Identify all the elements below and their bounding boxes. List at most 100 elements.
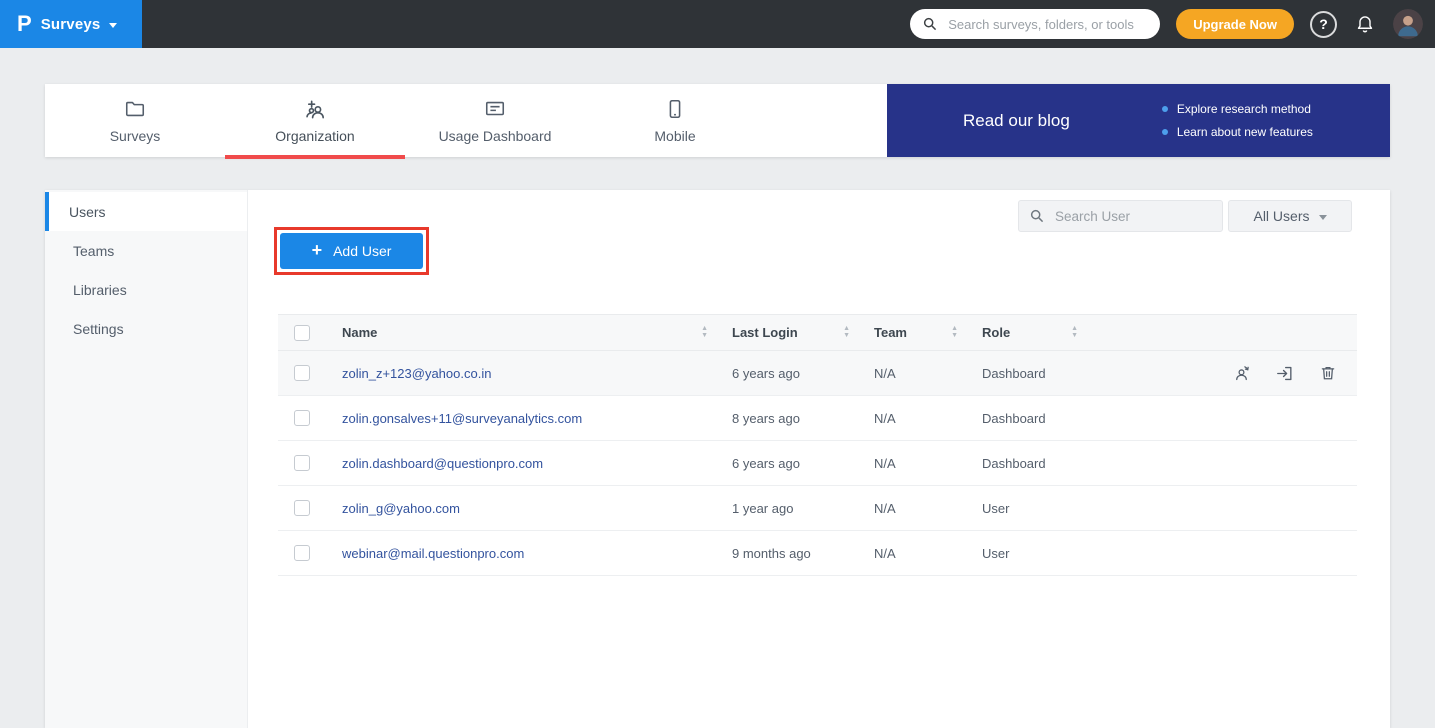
- sidebar-item-settings[interactable]: Settings: [45, 309, 247, 348]
- row-checkbox-cell: [278, 365, 326, 381]
- bullet-dot-icon: [1162, 129, 1168, 135]
- user-email-link[interactable]: zolin_g@yahoo.com: [326, 501, 716, 516]
- global-search-input[interactable]: [946, 16, 1147, 33]
- team-cell: N/A: [858, 546, 966, 561]
- tab-label: Mobile: [654, 128, 695, 144]
- header-name[interactable]: Name ▲▼: [326, 315, 716, 350]
- select-all-checkbox[interactable]: [294, 325, 310, 341]
- chevron-down-icon: [109, 23, 117, 28]
- users-table: Name ▲▼ Last Login ▲▼ Team ▲▼ Role ▲▼: [278, 314, 1357, 576]
- add-user-group-icon: [303, 97, 327, 121]
- user-avatar[interactable]: [1393, 9, 1423, 39]
- user-filter-dropdown[interactable]: All Users: [1228, 200, 1352, 232]
- delete-user-icon[interactable]: [1318, 364, 1337, 383]
- help-icon[interactable]: ?: [1310, 11, 1337, 38]
- header-team[interactable]: Team ▲▼: [858, 315, 966, 350]
- impersonate-user-icon[interactable]: [1232, 364, 1251, 383]
- select-all-cell: [278, 325, 326, 341]
- team-cell: N/A: [858, 501, 966, 516]
- team-cell: N/A: [858, 366, 966, 381]
- row-checkbox[interactable]: [294, 410, 310, 426]
- role-cell: User: [966, 546, 1086, 561]
- global-search[interactable]: [910, 9, 1160, 39]
- tab-usage-dashboard[interactable]: Usage Dashboard: [405, 84, 585, 157]
- table-row: webinar@mail.questionpro.com 9 months ag…: [278, 531, 1357, 576]
- team-cell: N/A: [858, 456, 966, 471]
- search-user-box[interactable]: [1018, 200, 1223, 232]
- row-checkbox[interactable]: [294, 500, 310, 516]
- blog-banner-title: Read our blog: [963, 111, 1070, 131]
- plus-icon: +: [312, 241, 323, 259]
- users-table-header: Name ▲▼ Last Login ▲▼ Team ▲▼ Role ▲▼: [278, 314, 1357, 351]
- row-checkbox-cell: [278, 455, 326, 471]
- row-actions: [1086, 364, 1357, 383]
- user-email-link[interactable]: webinar@mail.questionpro.com: [326, 546, 716, 561]
- last-login-cell: 6 years ago: [716, 456, 858, 471]
- blog-bullet-text: Learn about new features: [1177, 125, 1313, 139]
- add-user-button[interactable]: + Add User: [280, 233, 423, 269]
- last-login-cell: 6 years ago: [716, 366, 858, 381]
- tab-mobile[interactable]: Mobile: [585, 84, 765, 157]
- tab-label: Organization: [275, 128, 354, 144]
- team-cell: N/A: [858, 411, 966, 426]
- header-last-login[interactable]: Last Login ▲▼: [716, 315, 858, 350]
- tab-surveys[interactable]: Surveys: [45, 84, 225, 157]
- users-table-body: zolin_z+123@yahoo.co.in 6 years ago N/A …: [278, 351, 1357, 576]
- mobile-icon: [663, 97, 687, 121]
- search-icon: [923, 17, 937, 31]
- sidebar-item-libraries[interactable]: Libraries: [45, 270, 247, 309]
- table-row: zolin_z+123@yahoo.co.in 6 years ago N/A …: [278, 351, 1357, 396]
- organization-panel: Users Teams Libraries Settings All Users…: [45, 190, 1390, 728]
- tab-label: Usage Dashboard: [439, 128, 552, 144]
- tab-organization[interactable]: Organization: [225, 84, 405, 157]
- table-row: zolin.dashboard@questionpro.com 6 years …: [278, 441, 1357, 486]
- role-cell: Dashboard: [966, 366, 1086, 381]
- user-email-link[interactable]: zolin_z+123@yahoo.co.in: [326, 366, 716, 381]
- product-switcher[interactable]: P Surveys: [0, 0, 142, 48]
- blog-banner-bullets: Explore research method Learn about new …: [1162, 102, 1313, 139]
- users-content: All Users + Add User Name ▲▼ Last Login: [248, 190, 1390, 728]
- chevron-down-icon: [1319, 215, 1327, 220]
- header-label: Team: [874, 325, 907, 340]
- sort-icon[interactable]: ▲▼: [951, 326, 958, 339]
- search-icon: [1030, 209, 1044, 223]
- organization-sidebar: Users Teams Libraries Settings: [45, 190, 248, 728]
- sort-icon[interactable]: ▲▼: [701, 326, 708, 339]
- user-email-link[interactable]: zolin.dashboard@questionpro.com: [326, 456, 716, 471]
- search-user-input[interactable]: [1053, 208, 1234, 225]
- row-checkbox[interactable]: [294, 545, 310, 561]
- sort-icon[interactable]: ▲▼: [1071, 326, 1078, 339]
- row-checkbox-cell: [278, 545, 326, 561]
- upgrade-now-button[interactable]: Upgrade Now: [1176, 9, 1294, 39]
- notifications-bell-icon[interactable]: [1353, 12, 1377, 36]
- table-row: zolin.gonsalves+11@surveyanalytics.com 8…: [278, 396, 1357, 441]
- row-checkbox-cell: [278, 410, 326, 426]
- header-role[interactable]: Role ▲▼: [966, 315, 1086, 350]
- add-user-label: Add User: [333, 243, 391, 259]
- dashboard-icon: [483, 97, 507, 121]
- product-label: Surveys: [41, 16, 101, 33]
- folder-icon: [123, 97, 147, 121]
- row-checkbox[interactable]: [294, 365, 310, 381]
- sidebar-item-users[interactable]: Users: [45, 192, 247, 231]
- role-cell: Dashboard: [966, 456, 1086, 471]
- blog-bullet: Explore research method: [1162, 102, 1313, 116]
- action-highlight-annotation: + Add User: [274, 227, 429, 275]
- top-bar: P Surveys Upgrade Now ?: [0, 0, 1435, 48]
- topbar-actions: Upgrade Now ?: [910, 9, 1435, 39]
- header-label: Last Login: [732, 325, 798, 340]
- blog-bullet: Learn about new features: [1162, 125, 1313, 139]
- header-label: Role: [982, 325, 1010, 340]
- user-email-link[interactable]: zolin.gonsalves+11@surveyanalytics.com: [326, 411, 716, 426]
- row-checkbox[interactable]: [294, 455, 310, 471]
- blog-promo-banner[interactable]: Read our blog Explore research method Le…: [887, 84, 1390, 157]
- blog-bullet-text: Explore research method: [1177, 102, 1311, 116]
- tab-label: Surveys: [110, 128, 161, 144]
- login-as-user-icon[interactable]: [1275, 364, 1294, 383]
- user-filter-value: All Users: [1253, 208, 1309, 224]
- sort-icon[interactable]: ▲▼: [843, 326, 850, 339]
- last-login-cell: 9 months ago: [716, 546, 858, 561]
- role-cell: Dashboard: [966, 411, 1086, 426]
- table-row: zolin_g@yahoo.com 1 year ago N/A User: [278, 486, 1357, 531]
- sidebar-item-teams[interactable]: Teams: [45, 231, 247, 270]
